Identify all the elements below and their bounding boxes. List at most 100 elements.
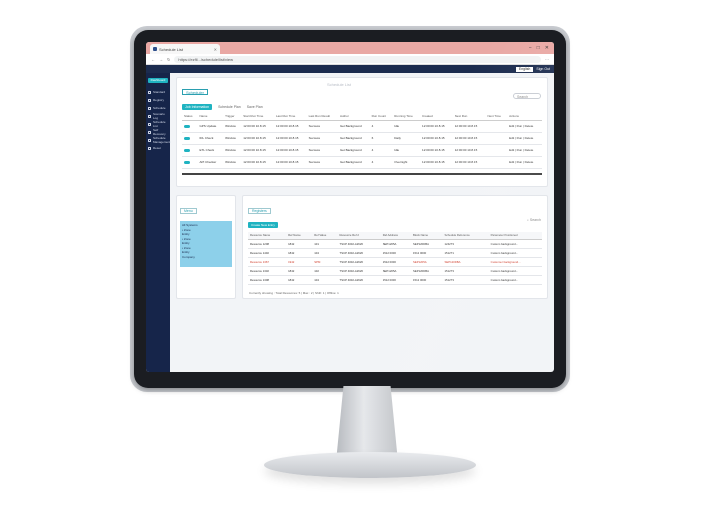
sidebar-item-registry[interactable]: Registry — [146, 96, 170, 104]
back-icon[interactable]: ← — [151, 57, 155, 62]
status-toggle[interactable] — [184, 124, 190, 128]
table-row[interactable]: ETL Check Window 12:00:00 10.8.15 12:00:… — [182, 144, 542, 157]
square-icon — [148, 138, 151, 142]
subtabs: Job Information Schedule Plan Save Plan — [182, 104, 542, 110]
table-row[interactable]: GPS Update Window 12:00:00 10.8.15 12:00… — [182, 120, 542, 133]
table-cell: 1512T3 — [442, 266, 489, 276]
column-header[interactable]: Resource Ref 2 — [337, 232, 381, 240]
table-cell: TSCP 4002-A2626 — [337, 239, 381, 249]
table-row[interactable]: Resource 1367 1942 SPM TSCP 4002-A2626 1… — [248, 257, 542, 267]
status-toggle-cell[interactable] — [182, 120, 198, 133]
status-text: Currently showing : Total Resources: 5 |… — [249, 291, 339, 295]
breadcrumb[interactable]: Scheduler — [182, 89, 209, 95]
status-toggle[interactable] — [184, 136, 190, 140]
language-select[interactable]: English — [515, 66, 534, 72]
table-row[interactable]: IDL Check Window 12:00:00 10.8.15 12:00:… — [182, 132, 542, 145]
column-header[interactable]: Schedule Reference — [442, 232, 489, 240]
table-row[interactable]: Resource 1440 1842 104 TSCP 4002-A2626 1… — [248, 248, 542, 258]
tab-save-plan[interactable]: Save Plan — [247, 105, 263, 109]
forward-icon[interactable]: → — [159, 57, 163, 62]
table-cell: SEP120DBA — [442, 257, 489, 267]
column-header[interactable]: Ref Name — [286, 232, 313, 240]
column-header[interactable]: Block Name — [410, 232, 443, 240]
table-cell: TSCP 4002-A2626 — [337, 248, 381, 258]
table-row[interactable]: Resource 1332 1842 102 TSCP 4002-A2626 S… — [248, 266, 542, 276]
table-cell: Get Background — [337, 144, 370, 157]
grid-search-input[interactable]: ⌕ Search — [527, 218, 541, 222]
status-toggle[interactable] — [184, 160, 190, 164]
column-header[interactable]: Ref Address — [380, 232, 411, 240]
column-header[interactable]: Actions — [507, 113, 542, 121]
table-cell: 12:00:00 10.8.15 — [273, 156, 307, 169]
table-cell: Customer background... — [488, 257, 542, 267]
table-row[interactable]: API Checker Window 12:00:00 10.8.15 12:0… — [182, 156, 542, 169]
sidebar-item-scenario-log[interactable]: Scenario Log — [146, 112, 170, 120]
row-actions[interactable]: Edit | Run | Delete — [507, 132, 542, 145]
search-input[interactable]: Search — [513, 93, 541, 99]
row-actions[interactable]: Edit | Run | Delete — [507, 156, 542, 169]
sidebar-item-schedule[interactable]: Schedule — [146, 104, 170, 112]
column-header[interactable]: Next Time — [485, 113, 508, 121]
sidebar-item-schedule-list[interactable]: Schedule List — [146, 120, 170, 128]
close-tab-icon[interactable]: ✕ — [214, 47, 217, 52]
table-cell: SEP120DBA — [410, 266, 443, 276]
url-field[interactable]: https://ezfil.../schedule/list/view — [174, 55, 541, 63]
table-cell: Window — [223, 120, 242, 133]
tree-tab[interactable]: Menu — [180, 208, 197, 214]
column-header[interactable]: Resource Name — [248, 232, 287, 240]
dashboard-button[interactable]: Dashboard — [148, 78, 168, 83]
table-cell: Success — [306, 132, 338, 145]
sidebar-item-label: Schedule — [153, 106, 166, 110]
tab-schedule-plan[interactable]: Schedule Plan — [218, 105, 241, 109]
table-cell: ETL Check — [197, 144, 224, 157]
refresh-icon[interactable]: ↻ — [167, 57, 170, 62]
status-toggle-cell[interactable] — [182, 156, 198, 169]
browser-tab[interactable]: Schedule List ✕ — [150, 44, 220, 54]
maximize-button[interactable]: □ — [537, 45, 540, 51]
sidebar-item-standard[interactable]: Standard — [146, 88, 170, 96]
column-header[interactable]: Start Run Time — [241, 113, 274, 121]
column-header[interactable]: Running Time — [392, 113, 421, 121]
close-window-button[interactable]: ✕ — [545, 45, 549, 51]
minimize-button[interactable]: − — [529, 45, 532, 51]
row-actions[interactable]: Edit | Run | Delete — [507, 120, 542, 133]
column-header[interactable]: Parameter Positioned — [488, 232, 542, 240]
tab-registers[interactable]: Registers — [248, 208, 271, 214]
status-toggle-cell[interactable] — [182, 144, 198, 157]
sidebar-item-self-recovery[interactable]: Self Recovery — [146, 128, 170, 136]
column-header[interactable]: Author — [337, 113, 370, 121]
table-cell: 4 — [369, 156, 393, 169]
column-header[interactable]: Name — [197, 113, 224, 121]
table-cell: TSCP 4002-A2626 — [337, 275, 381, 285]
tree-node[interactable]: Company — [182, 255, 230, 260]
table-cell: 6 — [369, 132, 393, 145]
column-header[interactable]: Last Run Time — [273, 113, 307, 121]
column-header[interactable]: Run Count — [369, 113, 393, 121]
status-toggle-cell[interactable] — [182, 132, 198, 145]
sidebar-item-schedule-management[interactable]: Schedule Management — [146, 136, 171, 144]
sidebar-item-reset[interactable]: Reset — [146, 144, 170, 152]
tab-title: Schedule List — [159, 46, 184, 52]
table-cell: Success — [306, 120, 338, 133]
page-title: Schedule List — [327, 82, 352, 87]
table-row[interactable]: Resource 1208 1842 101 TSCP 4002-A2626 S… — [248, 239, 542, 249]
column-header[interactable]: Status — [182, 113, 198, 121]
create-entry-button[interactable]: Create New Entry — [248, 222, 278, 228]
menu-icon[interactable]: ⋯ — [545, 57, 549, 62]
favicon-icon — [153, 47, 157, 51]
horizontal-scrollbar[interactable] — [182, 172, 542, 175]
table-cell — [485, 144, 508, 157]
column-header[interactable]: Next Run — [452, 113, 486, 121]
tab-job-information[interactable]: Job Information — [182, 104, 213, 110]
signout-link[interactable]: Sign Out — [536, 67, 550, 71]
status-toggle[interactable] — [184, 148, 190, 152]
column-header[interactable]: Trigger — [223, 113, 242, 121]
app-body: Dashboard Standard Registry Schedule Sce… — [146, 73, 554, 372]
column-header[interactable]: Last Run Result — [306, 113, 338, 121]
row-actions[interactable]: Edit | Run | Delete — [507, 144, 542, 157]
column-header[interactable]: Ref Value — [312, 232, 338, 240]
table-cell: 1842 — [286, 266, 313, 276]
table-row[interactable]: Resource 1308 1842 104 TSCP 4002-A2626 1… — [248, 275, 542, 285]
column-header[interactable]: Created — [420, 113, 453, 121]
square-icon — [148, 90, 151, 94]
